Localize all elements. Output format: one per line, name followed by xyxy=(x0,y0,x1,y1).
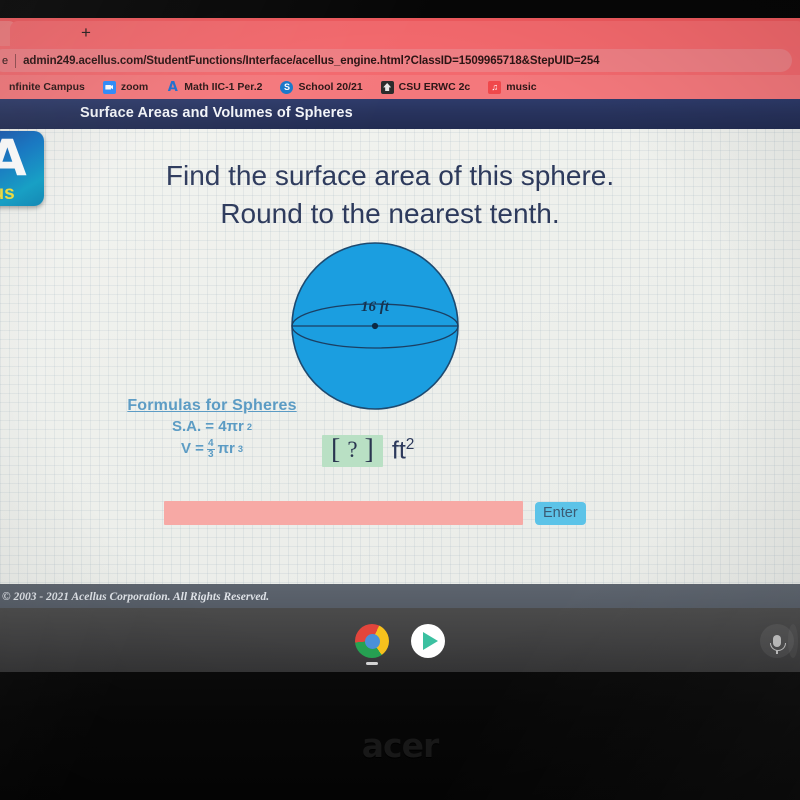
csu-icon xyxy=(380,80,394,94)
omnibox-prefix: e xyxy=(2,54,9,67)
right-bracket: ] xyxy=(364,434,374,465)
lesson-header-bar: Surface Areas and Volumes of Spheres xyxy=(0,99,800,129)
screenshot-root: + e admin249.acellus.com/StudentFunction… xyxy=(0,0,800,800)
bookmark-label: nfinite Campus xyxy=(9,81,85,93)
question-line-2: Round to the nearest tenth. xyxy=(220,198,560,229)
answer-unit-text: ft xyxy=(391,436,406,465)
chromeos-shelf xyxy=(0,608,800,674)
left-bracket: [ xyxy=(331,434,341,465)
google-play-icon[interactable] xyxy=(411,624,445,658)
formula-v-fraction: 4 3 xyxy=(206,439,215,460)
acellus-icon: A xyxy=(167,79,178,95)
page-title: Surface Areas and Volumes of Spheres xyxy=(80,105,353,121)
question-mark: ? xyxy=(347,437,358,462)
bookmark-label: zoom xyxy=(120,81,149,93)
bookmark-zoom[interactable]: zoom xyxy=(94,75,157,99)
formula-sa-exponent: 2 xyxy=(246,421,253,432)
bookmarks-bar: nfinite Campus zoom A Math IIC-1 Per.2 S… xyxy=(0,75,800,99)
shelf-app-list xyxy=(0,608,800,674)
page-footer: © 2003 - 2021 Acellus Corporation. All R… xyxy=(0,584,800,610)
bookmark-label: School 20/21 xyxy=(298,81,363,93)
copyright-text: © 2003 - 2021 Acellus Corporation. All R… xyxy=(2,591,270,603)
bookmark-label: music xyxy=(506,81,537,93)
sphere-dimension-label: 16 ft xyxy=(361,299,389,315)
omnibox-divider xyxy=(15,53,17,68)
toolbar-row: e admin249.acellus.com/StudentFunctions/… xyxy=(0,46,800,75)
answer-unit: ft2 xyxy=(392,436,415,465)
bookmark-csu-erwc[interactable]: CSU ERWC 2c xyxy=(372,75,480,99)
acellus-logo-word: llus xyxy=(0,183,15,204)
tab-strip: + xyxy=(0,18,800,46)
formula-v-exponent: 3 xyxy=(237,443,243,454)
acellus-logo: A llus xyxy=(0,131,44,206)
formula-surface-area: S.A. = 4πr 2 xyxy=(112,418,312,435)
acellus-logo-letter: A xyxy=(0,131,27,187)
acellus-page: Surface Areas and Volumes of Spheres A l… xyxy=(0,99,800,610)
zoom-icon xyxy=(102,80,116,94)
bookmark-label: CSU ERWC 2c xyxy=(398,81,471,93)
sphere-svg xyxy=(291,242,459,410)
formula-volume: V = 4 3 πr 3 xyxy=(112,438,312,460)
chrome-icon[interactable] xyxy=(355,624,389,665)
fraction-denominator: 3 xyxy=(207,449,214,460)
bookmark-label: Math IIC-1 Per.2 xyxy=(184,81,263,93)
answer-unit-exponent: 2 xyxy=(405,436,415,454)
omnibox[interactable]: e admin249.acellus.com/StudentFunctions/… xyxy=(0,49,792,72)
top-bezel xyxy=(0,0,800,18)
shelf-edge-affordance[interactable] xyxy=(788,624,798,658)
answer-placeholder-box: [ ? ] xyxy=(322,435,383,467)
music-icon xyxy=(488,80,502,94)
acer-brand-logo: acer xyxy=(361,726,440,765)
tab-active[interactable] xyxy=(10,21,800,46)
browser-window: + e admin249.acellus.com/StudentFunction… xyxy=(0,18,800,610)
formula-v-suffix: πr xyxy=(217,440,235,457)
formulas-title: Formulas for Spheres xyxy=(127,397,297,414)
formula-v-prefix: V = xyxy=(181,440,204,457)
question-line-1: Find the surface area of this sphere. xyxy=(165,160,615,191)
bookmark-math-iic[interactable]: A Math IIC-1 Per.2 xyxy=(157,75,271,99)
omnibox-url[interactable]: admin249.acellus.com/StudentFunctions/In… xyxy=(23,55,599,67)
sphere-figure: 16 ft xyxy=(290,241,460,411)
bookmark-music[interactable]: music xyxy=(479,75,545,99)
answer-input-row: Enter xyxy=(164,501,586,525)
answer-input[interactable] xyxy=(164,501,523,525)
new-tab-button[interactable]: + xyxy=(76,24,96,42)
formulas-block: Formulas for Spheres S.A. = 4πr 2 V = 4 3… xyxy=(112,397,312,460)
chrome-active-indicator xyxy=(366,662,378,665)
shelf-status-area xyxy=(760,608,800,674)
question-text: Find the surface area of this sphere. Ro… xyxy=(60,157,720,233)
bookmark-school[interactable]: S School 20/21 xyxy=(271,75,371,99)
answer-display-row: [ ? ] ft2 xyxy=(322,435,414,467)
bookmark-infinite-campus[interactable]: nfinite Campus xyxy=(0,75,94,99)
sphere-center-dot xyxy=(371,322,379,330)
microphone-icon xyxy=(770,635,786,654)
formula-sa-text: S.A. = 4πr xyxy=(171,418,244,435)
enter-button[interactable]: Enter xyxy=(535,501,586,525)
school-icon: S xyxy=(280,80,294,94)
